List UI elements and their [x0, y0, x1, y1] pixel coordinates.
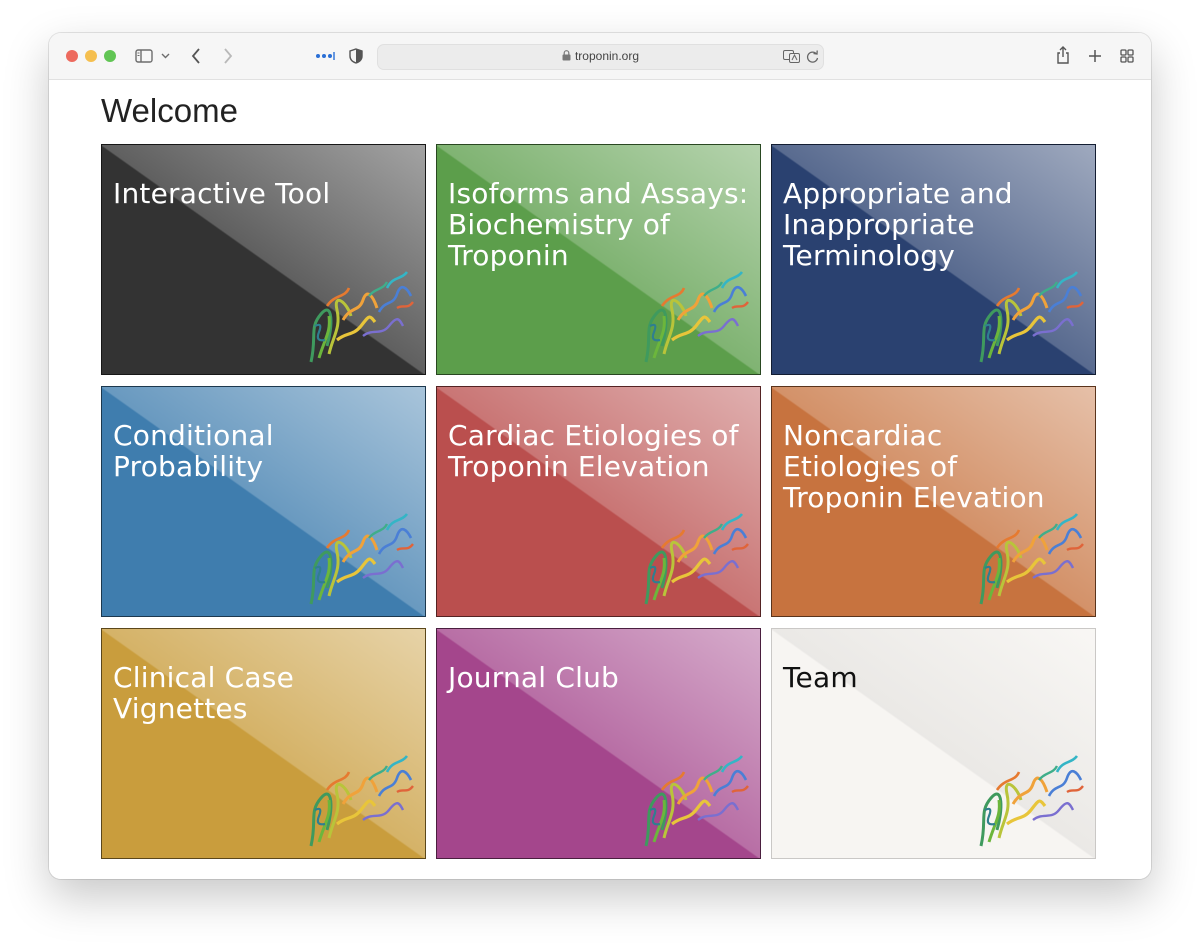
back-icon[interactable]: [191, 48, 201, 64]
tile-title: Clinical Case Vignettes: [113, 661, 294, 725]
minimize-window-button[interactable]: [85, 50, 97, 62]
url-text: troponin.org: [378, 49, 823, 63]
tile-title: Conditional Probability: [113, 419, 274, 483]
tile-title: Journal Club: [448, 661, 619, 694]
zoom-window-button[interactable]: [104, 50, 116, 62]
tile-title: Cardiac Etiologies of Troponin Elevation: [448, 419, 739, 483]
troponin-structure-image: [638, 750, 754, 854]
tile-title: Isoforms and Assays: Biochemistry of Tro…: [448, 177, 749, 272]
troponin-structure-image: [303, 508, 419, 612]
chevron-down-icon[interactable]: [161, 53, 170, 59]
share-icon[interactable]: [1056, 46, 1070, 64]
translate-icon[interactable]: [783, 50, 801, 63]
tile-journal-club[interactable]: Journal Club: [436, 628, 761, 859]
troponin-structure-image: [973, 266, 1089, 370]
browser-toolbar: troponin.org: [49, 33, 1151, 80]
forward-icon[interactable]: [223, 48, 233, 64]
troponin-structure-image: [638, 266, 754, 370]
tab-overview-icon[interactable]: [1120, 49, 1134, 63]
tile-clinical-case-vignettes[interactable]: Clinical Case Vignettes: [101, 628, 426, 859]
tile-title: Appropriate and Inappropriate Terminolog…: [783, 177, 1013, 272]
sidebar-icon[interactable]: [135, 49, 153, 63]
password-manager-icon[interactable]: [315, 52, 335, 60]
tile-noncardiac-etiologies-of-troponin-elevation[interactable]: Noncardiac Etiologies of Troponin Elevat…: [771, 386, 1096, 617]
tile-team[interactable]: Team: [771, 628, 1096, 859]
tile-title: Noncardiac Etiologies of Troponin Elevat…: [783, 419, 1045, 514]
tile-cardiac-etiologies-of-troponin-elevation[interactable]: Cardiac Etiologies of Troponin Elevation: [436, 386, 761, 617]
privacy-shield-icon[interactable]: [349, 48, 363, 64]
tile-interactive-tool[interactable]: Interactive Tool: [101, 144, 426, 375]
tile-title: Interactive Tool: [113, 177, 331, 210]
close-window-button[interactable]: [66, 50, 78, 62]
tile-title: Team: [783, 661, 858, 694]
troponin-structure-image: [973, 750, 1089, 854]
lock-icon: [562, 50, 571, 61]
troponin-structure-image: [303, 750, 419, 854]
reload-icon[interactable]: [806, 50, 819, 64]
page-title: Welcome: [101, 92, 238, 129]
troponin-structure-image: [303, 266, 419, 370]
tile-appropriate-and-inappropriate-terminology[interactable]: Appropriate and Inappropriate Terminolog…: [771, 144, 1096, 375]
url-label: troponin.org: [574, 49, 640, 63]
page-content: Welcome Interactive Tool Isoforms and As…: [49, 80, 1151, 879]
tile-grid: Interactive Tool Isoforms and Assays: Bi…: [101, 144, 1099, 861]
browser-window: troponin.org Welcome Interactive Tool Is…: [49, 33, 1151, 879]
address-bar[interactable]: troponin.org: [377, 44, 824, 70]
tile-conditional-probability[interactable]: Conditional Probability: [101, 386, 426, 617]
troponin-structure-image: [638, 508, 754, 612]
tile-isoforms-and-assays-biochemistry-of-troponin[interactable]: Isoforms and Assays: Biochemistry of Tro…: [436, 144, 761, 375]
new-tab-icon[interactable]: [1088, 49, 1102, 63]
troponin-structure-image: [973, 508, 1089, 612]
